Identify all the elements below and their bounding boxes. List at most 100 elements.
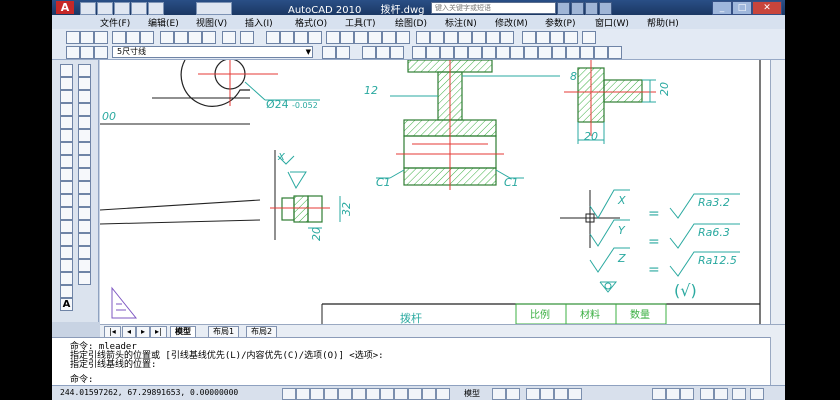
snap-endpoint-icon[interactable] <box>412 46 426 59</box>
object-snap-tracking-icon[interactable] <box>380 388 394 400</box>
menu-dimension[interactable]: 标注(N) <box>445 16 477 29</box>
move-icon[interactable] <box>78 129 91 142</box>
line-icon[interactable] <box>362 46 376 59</box>
tool-palettes-icon[interactable] <box>354 31 368 44</box>
help-toolbar-icon[interactable] <box>582 31 596 44</box>
draw-arc-icon[interactable] <box>60 129 73 142</box>
cut-icon[interactable] <box>160 31 174 44</box>
open-icon[interactable] <box>80 31 94 44</box>
snap-intersection-icon[interactable] <box>440 46 454 59</box>
dim-diameter-icon[interactable] <box>486 31 500 44</box>
qdim-icon[interactable] <box>522 31 536 44</box>
extend-icon[interactable] <box>78 194 91 207</box>
menu-draw[interactable]: 绘图(D) <box>395 16 427 29</box>
table-icon[interactable] <box>60 285 73 298</box>
design-center-icon[interactable] <box>340 31 354 44</box>
undo-icon[interactable] <box>131 2 147 15</box>
ray-icon[interactable] <box>376 46 390 59</box>
snap-quadrant-icon[interactable] <box>496 46 510 59</box>
workspace-dropdown[interactable] <box>196 2 232 15</box>
lightbulb-icon[interactable] <box>94 46 108 59</box>
search-icon[interactable] <box>557 2 570 15</box>
layer-previous-icon[interactable] <box>336 46 350 59</box>
toolbar-lock-icon[interactable] <box>714 388 728 400</box>
object-snap-icon[interactable] <box>352 388 366 400</box>
quick-view-drawings-icon[interactable] <box>506 388 520 400</box>
menu-help[interactable]: 帮助(H) <box>647 16 679 29</box>
fillet-icon[interactable] <box>78 259 91 272</box>
snap-perpendicular-icon[interactable] <box>524 46 538 59</box>
favorites-icon[interactable] <box>585 2 598 15</box>
new-file-icon[interactable] <box>80 2 96 15</box>
minimize-button[interactable]: _ <box>712 1 732 15</box>
break-icon[interactable] <box>78 220 91 233</box>
scale-icon[interactable] <box>78 155 91 168</box>
menu-view[interactable]: 视图(V) <box>196 16 227 29</box>
make-block-icon[interactable] <box>60 220 73 233</box>
grid-display-icon[interactable] <box>310 388 324 400</box>
pan-status-icon[interactable] <box>526 388 540 400</box>
snap-insert-icon[interactable] <box>552 46 566 59</box>
sheet-set-icon[interactable] <box>368 31 382 44</box>
paste-icon[interactable] <box>188 31 202 44</box>
snap-extension-icon[interactable] <box>468 46 482 59</box>
annotation-scale-icon[interactable] <box>652 388 666 400</box>
snap-tangent-icon[interactable] <box>510 46 524 59</box>
insert-block-icon[interactable] <box>60 207 73 220</box>
draw-polyline-icon[interactable] <box>60 90 73 103</box>
draw-polygon-icon[interactable] <box>60 103 73 116</box>
copy-icon[interactable] <box>174 31 188 44</box>
properties-icon[interactable] <box>326 31 340 44</box>
communication-center-icon[interactable] <box>571 2 584 15</box>
region-icon[interactable] <box>60 272 73 285</box>
open-file-icon[interactable] <box>97 2 113 15</box>
stretch-icon[interactable] <box>78 168 91 181</box>
mtext-icon[interactable]: A <box>60 298 73 311</box>
draw-rectangle-icon[interactable] <box>60 116 73 129</box>
command-prompt[interactable]: 命令: <box>70 372 93 385</box>
redo-toolbar-icon[interactable] <box>240 31 254 44</box>
lineweight-icon[interactable] <box>422 388 436 400</box>
tolerance-icon[interactable] <box>564 31 578 44</box>
snap-nearest-icon[interactable] <box>580 46 594 59</box>
snap-none-icon[interactable] <box>594 46 608 59</box>
ortho-mode-icon[interactable] <box>324 388 338 400</box>
osnap-settings-icon[interactable] <box>608 46 622 59</box>
xline-icon[interactable] <box>390 46 404 59</box>
menu-tools[interactable]: 工具(T) <box>345 16 376 29</box>
offset-icon[interactable] <box>78 103 91 116</box>
help-icon[interactable] <box>599 2 612 15</box>
status-bar-menu-icon[interactable] <box>732 388 746 400</box>
dim-linear-icon[interactable] <box>416 31 430 44</box>
dynamic-ucs-icon[interactable] <box>394 388 408 400</box>
draw-line-icon[interactable] <box>60 64 73 77</box>
annotation-visibility-icon[interactable] <box>666 388 680 400</box>
snap-parallel-icon[interactable] <box>538 46 552 59</box>
draw-revcloud-icon[interactable] <box>60 155 73 168</box>
maximize-button[interactable]: □ <box>732 1 752 15</box>
steering-wheel-icon[interactable] <box>554 388 568 400</box>
markup-icon[interactable] <box>382 31 396 44</box>
zoom-window-icon[interactable] <box>294 31 308 44</box>
zoom-status-icon[interactable] <box>540 388 554 400</box>
auto-scale-icon[interactable] <box>680 388 694 400</box>
draw-ellipse-icon[interactable] <box>60 181 73 194</box>
dim-arc-icon[interactable] <box>444 31 458 44</box>
dynamic-input-icon[interactable] <box>408 388 422 400</box>
autocad-logo-icon[interactable]: A <box>56 1 74 14</box>
snap-node-icon[interactable] <box>566 46 580 59</box>
showmotion-icon[interactable] <box>568 388 582 400</box>
layer-dropdown[interactable]: 5尺寸线 ▼ <box>112 46 313 58</box>
publish-icon[interactable] <box>140 31 154 44</box>
draw-circle-icon[interactable] <box>60 142 73 155</box>
dim-ordinate-icon[interactable] <box>458 31 472 44</box>
menu-parametric[interactable]: 参数(P) <box>545 16 575 29</box>
close-button[interactable]: ✕ <box>752 1 782 15</box>
match-properties-icon[interactable] <box>202 31 216 44</box>
draw-spline-icon[interactable] <box>60 168 73 181</box>
dim-continue-icon[interactable] <box>550 31 564 44</box>
snap-midpoint-icon[interactable] <box>426 46 440 59</box>
menu-modify[interactable]: 修改(M) <box>495 16 528 29</box>
quick-view-layouts-icon[interactable] <box>492 388 506 400</box>
clean-screen-icon[interactable] <box>750 388 764 400</box>
